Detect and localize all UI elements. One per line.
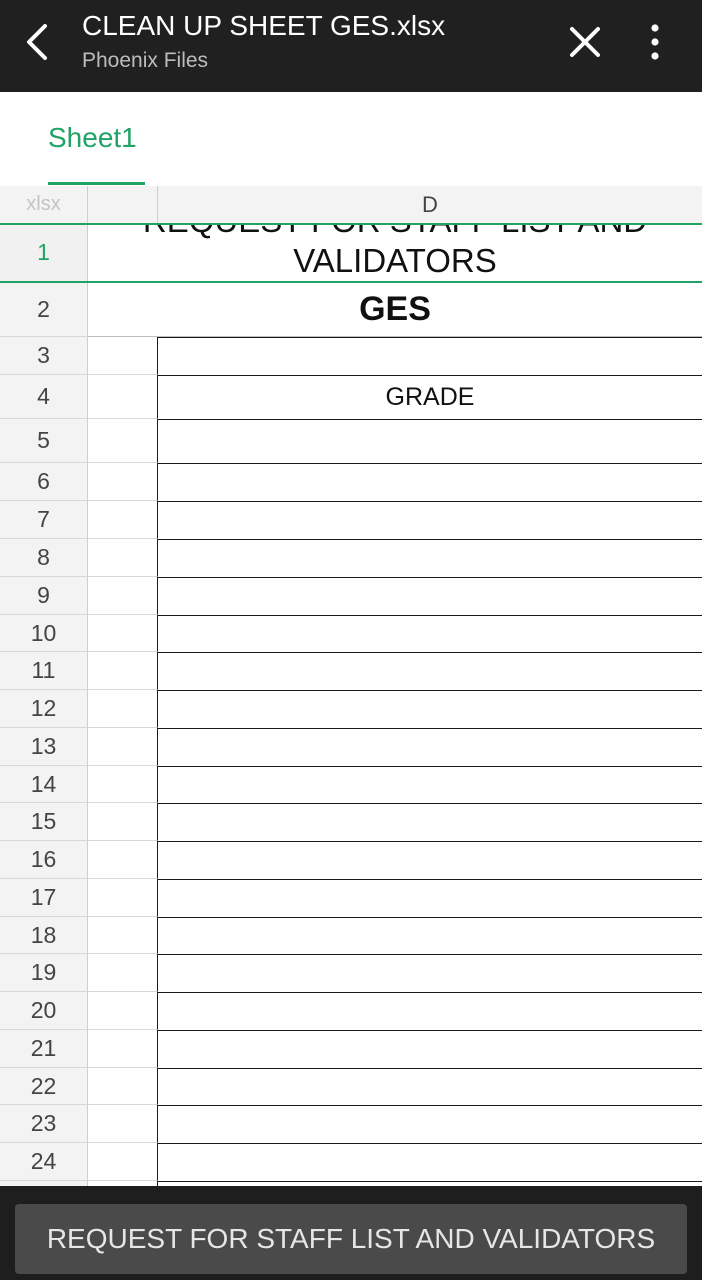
cell-d6[interactable]: [158, 463, 702, 501]
row-header-14[interactable]: 14: [0, 766, 88, 803]
tab-label: Sheet1: [48, 122, 137, 153]
cell-d17[interactable]: [158, 879, 702, 917]
cell-d21[interactable]: [158, 1030, 702, 1068]
row-header-1[interactable]: 1: [0, 224, 88, 282]
row-header-9[interactable]: 9: [0, 577, 88, 615]
cell-d7[interactable]: [158, 501, 702, 539]
cell-d11[interactable]: [158, 652, 702, 690]
cell-c5[interactable]: [88, 419, 158, 463]
column-header-d[interactable]: D: [158, 186, 702, 224]
top-app-bar: CLEAN UP SHEET GES.xlsx Phoenix Files: [0, 0, 702, 92]
column-header-c[interactable]: [88, 186, 158, 224]
cell-c6[interactable]: [88, 463, 158, 501]
cell-row2-ges[interactable]: GES: [88, 282, 702, 337]
title-line-2: VALIDATORS: [293, 242, 497, 279]
row-header-19[interactable]: 19: [0, 954, 88, 992]
cell-c10[interactable]: [88, 615, 158, 652]
cell-row1-title[interactable]: REQUEST FOR STAFF LIST AND VALIDATORS: [88, 224, 702, 282]
row-selection-top: [0, 223, 702, 225]
row-header-11[interactable]: 11: [0, 652, 88, 690]
cell-d18[interactable]: [158, 917, 702, 954]
close-icon: [570, 27, 600, 57]
row-header-5[interactable]: 5: [0, 419, 88, 463]
cell-c11[interactable]: [88, 652, 158, 690]
select-all-corner[interactable]: xlsx: [0, 186, 88, 224]
cell-d10[interactable]: [158, 615, 702, 652]
row-header-20[interactable]: 20: [0, 992, 88, 1030]
cell-c18[interactable]: [88, 917, 158, 954]
row-header-18[interactable]: 18: [0, 917, 88, 954]
cell-d14[interactable]: [158, 766, 702, 803]
cell-c3[interactable]: [88, 337, 158, 375]
cell-d5[interactable]: [158, 419, 702, 463]
chevron-left-icon: [27, 24, 47, 60]
cell-c21[interactable]: [88, 1030, 158, 1068]
row-header-17[interactable]: 17: [0, 879, 88, 917]
cell-d13[interactable]: [158, 728, 702, 766]
row-header-3[interactable]: 3: [0, 337, 88, 375]
title-line-1: REQUEST FOR STAFF LIST AND: [88, 224, 702, 241]
document-titles: CLEAN UP SHEET GES.xlsx Phoenix Files: [82, 8, 552, 76]
row-header-6[interactable]: 6: [0, 463, 88, 501]
cell-c20[interactable]: [88, 992, 158, 1030]
sheet-tab-bar: Sheet1: [0, 92, 702, 186]
row-header-16[interactable]: 16: [0, 841, 88, 879]
row-header-23[interactable]: 23: [0, 1105, 88, 1143]
row-header-12[interactable]: 12: [0, 690, 88, 728]
row-header-10[interactable]: 10: [0, 615, 88, 652]
close-button[interactable]: [560, 18, 610, 66]
spreadsheet-grid[interactable]: xlsx D 1 2 3 4 5 6 7 8 9 10 11 12 13 14 …: [0, 186, 702, 1186]
grade-header: GRADE: [385, 383, 475, 411]
more-vertical-icon: [651, 24, 659, 60]
row-header-4[interactable]: 4: [0, 375, 88, 419]
row-header-7[interactable]: 7: [0, 501, 88, 539]
back-button[interactable]: [14, 18, 62, 66]
row-header-22[interactable]: 22: [0, 1068, 88, 1105]
cell-c15[interactable]: [88, 803, 158, 841]
cell-content-field[interactable]: REQUEST FOR STAFF LIST AND VALIDATORS: [15, 1204, 687, 1274]
cell-c16[interactable]: [88, 841, 158, 879]
cell-d20[interactable]: [158, 992, 702, 1030]
cell-d3[interactable]: [158, 337, 702, 375]
ges-label: GES: [359, 290, 431, 328]
document-source: Phoenix Files: [82, 49, 209, 72]
row-header-24[interactable]: 24: [0, 1143, 88, 1181]
spreadsheet-viewer: CLEAN UP SHEET GES.xlsx Phoenix Files Sh…: [0, 0, 702, 1280]
row-header-2[interactable]: 2: [0, 282, 88, 337]
document-title: CLEAN UP SHEET GES.xlsx: [82, 10, 446, 41]
row-header-13[interactable]: 13: [0, 728, 88, 766]
cell-d19[interactable]: [158, 954, 702, 992]
cell-d9[interactable]: [158, 577, 702, 615]
more-options-button[interactable]: [630, 18, 680, 66]
cell-d24[interactable]: [158, 1143, 702, 1181]
cell-d16[interactable]: [158, 841, 702, 879]
cell-c22[interactable]: [88, 1068, 158, 1105]
row-header-15[interactable]: 15: [0, 803, 88, 841]
cell-d22[interactable]: [158, 1068, 702, 1105]
row-header-21[interactable]: 21: [0, 1030, 88, 1068]
cell-c23[interactable]: [88, 1105, 158, 1143]
cell-d23[interactable]: [158, 1105, 702, 1143]
cell-c19[interactable]: [88, 954, 158, 992]
cell-c4[interactable]: [88, 375, 158, 419]
cell-d8[interactable]: [158, 539, 702, 577]
active-tab-indicator: [48, 182, 145, 185]
cell-c17[interactable]: [88, 879, 158, 917]
row-header-8[interactable]: 8: [0, 539, 88, 577]
cell-c13[interactable]: [88, 728, 158, 766]
cell-c8[interactable]: [88, 539, 158, 577]
cell-c7[interactable]: [88, 501, 158, 539]
cell-c24[interactable]: [88, 1143, 158, 1181]
cell-d12[interactable]: [158, 690, 702, 728]
cell-content-bar: REQUEST FOR STAFF LIST AND VALIDATORS: [0, 1186, 702, 1280]
cell-d4[interactable]: GRADE: [158, 375, 702, 419]
cell-c12[interactable]: [88, 690, 158, 728]
cell-c9[interactable]: [88, 577, 158, 615]
cell-c14[interactable]: [88, 766, 158, 803]
row-selection-bottom: [0, 281, 702, 283]
cell-d15[interactable]: [158, 803, 702, 841]
tab-sheet1[interactable]: Sheet1: [48, 92, 145, 186]
